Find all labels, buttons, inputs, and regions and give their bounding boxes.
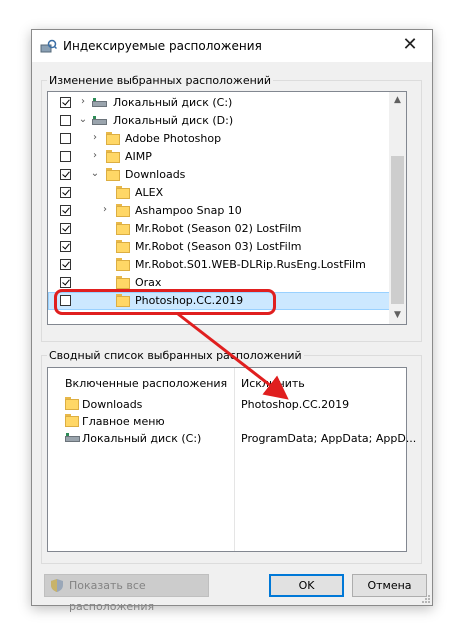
tree-item-label: Orax <box>135 276 162 289</box>
tree-item-label: Mr.Robot (Season 03) LostFilm <box>135 240 302 253</box>
tree-item-label: Adobe Photoshop <box>125 132 222 145</box>
scroll-down-icon[interactable]: ▼ <box>389 307 406 324</box>
tree-item-label: Mr.Robot (Season 02) LostFilm <box>135 222 302 235</box>
dialog-title: Индексируемые расположения <box>63 39 262 53</box>
indexing-options-icon <box>40 39 57 53</box>
tree-item-mrrobot-s02[interactable]: Mr.Robot (Season 02) LostFilm <box>48 220 390 238</box>
checkbox-aimp[interactable] <box>60 151 71 162</box>
close-button[interactable]: ✕ <box>388 30 432 62</box>
drive-icon <box>65 433 80 443</box>
folder-icon <box>116 240 130 254</box>
tree-item-adobe-photoshop[interactable]: › Adobe Photoshop <box>48 130 390 148</box>
excluded-header: Исключить <box>241 377 305 390</box>
checkbox-mrrobot-s01[interactable] <box>60 259 71 270</box>
folder-icon <box>116 258 130 272</box>
tree-item-label: Mr.Robot.S01.WEB-DLRip.RusEng.LostFilm <box>135 258 366 271</box>
included-item-label: Downloads <box>82 398 143 411</box>
tree-item-mrrobot-s01[interactable]: Mr.Robot.S01.WEB-DLRip.RusEng.LostFilm <box>48 256 390 274</box>
tree-item-mrrobot-s03[interactable]: Mr.Robot (Season 03) LostFilm <box>48 238 390 256</box>
expand-icon[interactable]: › <box>90 132 100 144</box>
tree-item-ashampoo[interactable]: › Ashampoo Snap 10 <box>48 202 390 220</box>
folder-icon <box>116 204 130 218</box>
ok-button[interactable]: OK <box>269 574 344 597</box>
included-header: Включенные расположения <box>65 377 228 390</box>
checkbox-orax[interactable] <box>60 277 71 288</box>
expand-icon[interactable]: › <box>100 204 110 216</box>
collapse-icon[interactable]: ⌄ <box>90 168 100 180</box>
scrollbar-thumb[interactable] <box>391 156 404 304</box>
folder-icon <box>116 186 130 200</box>
folder-icon <box>65 414 79 428</box>
excluded-item: ProgramData; AppData; AppD... <box>241 432 417 445</box>
checkbox-mrrobot-s03[interactable] <box>60 241 71 252</box>
expand-icon[interactable]: › <box>90 150 100 162</box>
folder-icon <box>65 397 79 411</box>
tree-item-label: Локальный диск (D:) <box>113 114 234 127</box>
show-all-label: Показать все расположения <box>69 579 155 613</box>
checkbox-ashampoo[interactable] <box>60 205 71 216</box>
collapse-icon[interactable]: ⌄ <box>78 114 88 126</box>
tree-item-aimp[interactable]: › AIMP <box>48 148 390 166</box>
included-item-label: Локальный диск (C:) <box>82 432 202 445</box>
folder-icon <box>106 168 120 182</box>
tree-item-label: Downloads <box>125 168 186 181</box>
checkbox-adobe-photoshop[interactable] <box>60 133 71 144</box>
drive-icon <box>92 98 107 108</box>
uac-shield-icon <box>51 579 63 592</box>
folder-icon <box>106 150 120 164</box>
tree-item-label: ALEX <box>135 186 164 199</box>
indexed-locations-dialog: Индексируемые расположения ✕ Изменение в… <box>31 29 433 613</box>
checkbox-alex[interactable] <box>60 187 71 198</box>
checkbox-mrrobot-s02[interactable] <box>60 223 71 234</box>
tree-item-label: Локальный диск (C:) <box>113 96 233 109</box>
summary-legend: Сводный список выбранных расположений <box>49 349 302 362</box>
tree-item-alex[interactable]: ALEX <box>48 184 390 202</box>
excluded-item: Photoshop.CC.2019 <box>241 398 350 411</box>
checkbox-downloads[interactable] <box>60 169 71 180</box>
tree-item-label: AIMP <box>125 150 152 163</box>
tree-item-drive-d[interactable]: ⌄ Локальный диск (D:) <box>48 112 390 130</box>
checkbox-drive-c[interactable] <box>60 97 71 108</box>
show-all-locations-button[interactable]: Показать все расположения <box>44 574 209 613</box>
folder-icon <box>116 276 130 290</box>
highlight-annotation <box>54 289 276 315</box>
checkbox-drive-d[interactable] <box>60 115 71 126</box>
folder-icon <box>106 132 120 146</box>
folder-icon <box>116 222 130 236</box>
column-divider <box>234 368 235 551</box>
tree-item-drive-c[interactable]: › Локальный диск (C:) <box>48 94 390 112</box>
tree-scrollbar[interactable]: ▲ ▼ <box>389 92 406 324</box>
drive-icon <box>92 116 107 126</box>
change-locations-legend: Изменение выбранных расположений <box>49 74 272 87</box>
close-icon: ✕ <box>402 34 418 55</box>
scroll-up-icon[interactable]: ▲ <box>389 92 406 109</box>
summary-list: Включенные расположения Исключить Downlo… <box>47 367 416 552</box>
tree-item-label: Ashampoo Snap 10 <box>135 204 242 217</box>
tree-item-downloads[interactable]: ⌄ Downloads <box>48 166 390 184</box>
included-item-label: Главное меню <box>82 415 165 428</box>
title-bar: Индексируемые расположения ✕ <box>32 30 432 62</box>
resize-grip-icon[interactable] <box>421 594 431 604</box>
cancel-button[interactable]: Отмена <box>352 574 427 597</box>
expand-icon[interactable]: › <box>78 96 88 108</box>
